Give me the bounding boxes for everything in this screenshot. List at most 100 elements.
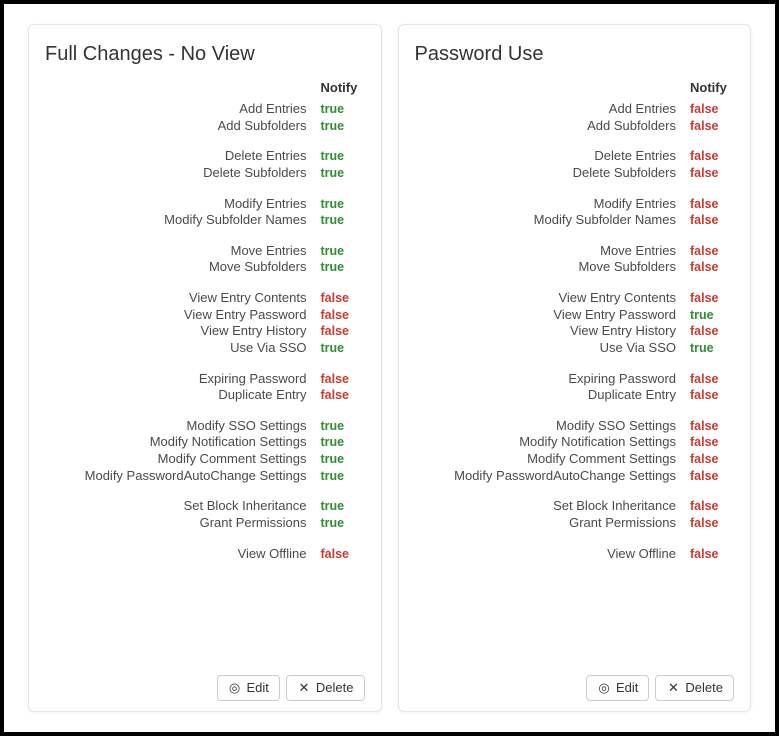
permission-label: Modify SSO Settings [45,418,321,435]
permission-label: Use Via SSO [45,340,321,357]
permission-label: Grant Permissions [415,515,691,532]
permission-group: Modify SSO SettingstrueModify Notificati… [45,418,365,485]
permission-label: Modify Comment Settings [45,451,321,468]
permission-row: Add Subfoldersfalse [415,118,735,135]
permission-row: Modify Notification Settingsfalse [415,434,735,451]
edit-icon: ◎ [597,680,611,696]
permission-label: Duplicate Entry [45,387,321,404]
permission-value: false [321,387,365,403]
card-actions: ◎ Edit ✕ Delete [415,667,735,701]
permission-label: Modify PasswordAutoChange Settings [45,468,321,485]
delete-button[interactable]: ✕ Delete [655,675,734,701]
permission-row: View Entry Contentsfalse [415,290,735,307]
permission-row: View Entry Historyfalse [415,323,735,340]
permission-row: Set Block Inheritancetrue [45,498,365,515]
edit-label: Edit [247,680,269,696]
permission-label: Add Entries [415,101,691,118]
permission-label: Modify Comment Settings [415,451,691,468]
permission-row: Move Entriesfalse [415,243,735,260]
permission-group: Set Block InheritancetrueGrant Permissio… [45,498,365,531]
permission-group: Modify EntriestrueModify Subfolder Names… [45,196,365,229]
permission-row: Add Subfolderstrue [45,118,365,135]
delete-label: Delete [685,680,723,696]
edit-button[interactable]: ◎ Edit [217,675,280,701]
permission-label: Set Block Inheritance [415,498,691,515]
permission-group: Set Block InheritancefalseGrant Permissi… [415,498,735,531]
permission-row: Move Entriestrue [45,243,365,260]
edit-label: Edit [616,680,638,696]
permission-value: true [321,148,365,164]
permission-group: Modify SSO SettingsfalseModify Notificat… [415,418,735,485]
permission-value: true [690,340,734,356]
permission-value: false [690,165,734,181]
permission-value: true [321,101,365,117]
permission-value: false [690,418,734,434]
edit-button[interactable]: ◎ Edit [586,675,649,701]
permission-value: false [690,498,734,514]
permission-label: Modify Notification Settings [45,434,321,451]
card-title: Full Changes - No View [45,43,365,66]
permission-row: Move Subfoldersfalse [415,259,735,276]
permission-group: View Entry ContentsfalseView Entry Passw… [45,290,365,357]
permission-value: true [321,515,365,531]
permission-row: Modify Notification Settingstrue [45,434,365,451]
permission-value: false [690,451,734,467]
permission-group: Add EntriestrueAdd Subfolderstrue [45,101,365,134]
permission-value: false [321,307,365,323]
permission-value: true [690,307,734,323]
permission-value: false [690,371,734,387]
permission-value: true [321,118,365,134]
permission-group: View Offlinefalse [45,546,365,563]
permission-card-password-use: Password Use Notify Add EntriesfalseAdd … [398,24,752,712]
close-icon: ✕ [297,680,311,696]
edit-icon: ◎ [228,680,242,696]
permission-row: Move Subfolderstrue [45,259,365,276]
permission-value: true [321,418,365,434]
permission-value: true [321,434,365,450]
permission-value: true [321,451,365,467]
permission-row: View Offlinefalse [415,546,735,563]
permission-label: Modify Entries [415,196,691,213]
permission-row: Delete Entriesfalse [415,148,735,165]
permission-row: Duplicate Entryfalse [45,387,365,404]
permission-value: false [321,290,365,306]
permission-row: Use Via SSOtrue [45,340,365,357]
permission-label: Modify Entries [45,196,321,213]
permission-value: false [690,101,734,117]
permission-row: View Entry Passwordfalse [45,307,365,324]
permission-value: false [690,434,734,450]
permission-row: Delete Subfolderstrue [45,165,365,182]
permission-row: Add Entriesfalse [415,101,735,118]
permission-value: true [321,196,365,212]
permission-group: Delete EntriestrueDelete Subfolderstrue [45,148,365,181]
permission-row: Modify Entriestrue [45,196,365,213]
permission-label: View Entry Password [415,307,691,324]
permission-label: View Offline [415,546,691,563]
permission-value: true [321,243,365,259]
permission-row: Modify Comment Settingstrue [45,451,365,468]
permission-label: Delete Subfolders [415,165,691,182]
permission-row: Duplicate Entryfalse [415,387,735,404]
permission-label: View Entry History [415,323,691,340]
permission-cards-frame: Full Changes - No View Notify Add Entrie… [0,0,779,736]
permission-row: Modify Comment Settingsfalse [415,451,735,468]
permission-row: View Entry Contentsfalse [45,290,365,307]
card-title: Password Use [415,43,735,66]
permission-value: false [690,259,734,275]
permission-row: Grant Permissionsfalse [415,515,735,532]
permission-value: true [321,498,365,514]
permission-row: Modify SSO Settingstrue [45,418,365,435]
permission-label: Move Subfolders [45,259,321,276]
permission-value: false [690,515,734,531]
permission-value: false [690,243,734,259]
permission-label: Move Entries [415,243,691,260]
permission-label: Modify Notification Settings [415,434,691,451]
permission-groups: Add EntriestrueAdd Subfolderstrue Delete … [45,101,365,562]
permission-label: Move Subfolders [415,259,691,276]
permission-row: Modify PasswordAutoChange Settingsfalse [415,468,735,485]
permission-row: Expiring Passwordfalse [415,371,735,388]
permission-row: View Entry Passwordtrue [415,307,735,324]
table-header-row: Notify [45,76,365,101]
delete-button[interactable]: ✕ Delete [286,675,365,701]
permission-value: true [321,468,365,484]
